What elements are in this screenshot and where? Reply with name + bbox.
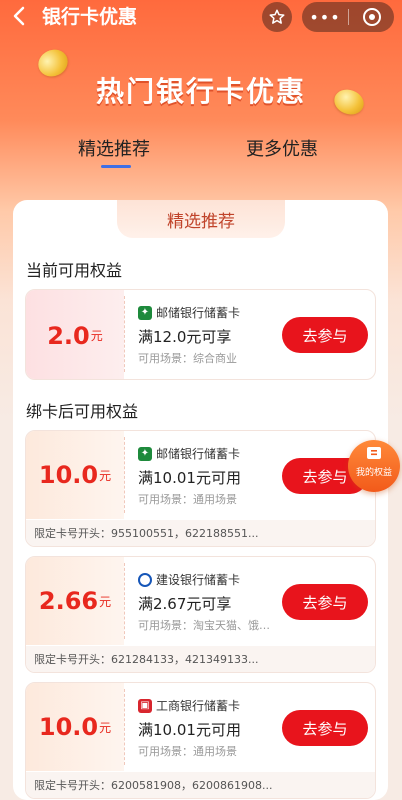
offer-amount: 2.66: [38, 587, 99, 615]
offer-unit: 元: [99, 468, 112, 483]
offer-condition: 满10.01元可用: [138, 469, 241, 487]
offer-amount-box: 10.0 元: [26, 683, 124, 771]
offer-amount: 2.0: [47, 321, 90, 350]
bank-name: 工商银行储蓄卡: [156, 699, 241, 713]
chevron-left-icon[interactable]: [10, 3, 34, 29]
panel-chip: 精选推荐: [117, 200, 285, 238]
section-title-after-bind: 绑卡后可用权益: [26, 402, 139, 421]
offer-scene: 可用场景：通用场景: [138, 745, 237, 758]
mini-program-capsule: •••: [302, 2, 394, 32]
dashed-divider: [124, 563, 125, 639]
page-title: 银行卡优惠: [42, 6, 138, 28]
offer-scene: 可用场景：通用场景: [138, 493, 237, 506]
offer-card: 2.66 元 建设银行储蓄卡 满2.67元可享 可用场景：淘宝天猫、饿… 去参与 …: [25, 556, 376, 673]
banner-title: 热门银行卡优惠: [95, 75, 306, 108]
ticket-icon: [348, 446, 400, 464]
dashed-divider: [124, 437, 125, 513]
psbc-logo-icon: ✦: [138, 305, 152, 320]
offer-unit: 元: [90, 329, 103, 343]
card-prefix-limit: 限定卡号开头：621284133，421349133...: [26, 646, 375, 672]
card-prefix-limit: 限定卡号开头：6200581908，6200861908...: [26, 772, 375, 798]
offer-card: 2.0 元 ✦ 邮储银行储蓄卡 满12.0元可享 可用场景：综合商业 去参与: [25, 289, 376, 380]
participate-button[interactable]: 去参与: [282, 710, 368, 746]
ccb-logo-icon: [138, 572, 152, 587]
card-prefix-limit: 限定卡号开头：955100551，622188551...: [26, 520, 375, 546]
bank-info: 建设银行储蓄卡: [138, 571, 240, 588]
offer-card: 10.0 元 ▣ 工商银行储蓄卡 满10.01元可用 可用场景：通用场景 去参与 …: [25, 682, 376, 799]
tab-featured[interactable]: 精选推荐: [78, 135, 150, 161]
icbc-logo-icon: ▣: [138, 698, 152, 713]
bank-name: 建设银行储蓄卡: [156, 573, 241, 587]
dashed-divider: [124, 689, 125, 765]
participate-button[interactable]: 去参与: [282, 317, 368, 353]
offer-amount: 10.0: [38, 713, 99, 741]
tab-bar: 精选推荐 更多优惠: [0, 135, 402, 171]
star-icon[interactable]: [262, 2, 292, 32]
top-bar: 银行卡优惠 •••: [0, 0, 402, 34]
offer-unit: 元: [99, 594, 112, 609]
offer-amount-box: 10.0 元: [26, 431, 124, 519]
offer-condition: 满10.01元可用: [138, 721, 241, 739]
dashed-divider: [124, 296, 125, 372]
offer-card: 10.0 元 ✦ 邮储银行储蓄卡 满10.01元可用 可用场景：通用场景 去参与 …: [25, 430, 376, 547]
more-dots-icon[interactable]: •••: [302, 8, 348, 27]
participate-button[interactable]: 去参与: [282, 584, 368, 620]
target-icon[interactable]: [349, 7, 394, 27]
my-benefits-label: 我的权益: [355, 468, 392, 478]
bank-name: 邮储银行储蓄卡: [156, 447, 241, 461]
offer-amount-box: 2.0 元: [26, 290, 124, 379]
bank-info: ▣ 工商银行储蓄卡: [138, 697, 240, 714]
bank-info: ✦ 邮储银行储蓄卡: [138, 304, 240, 321]
offer-scene: 可用场景：淘宝天猫、饿…: [138, 619, 270, 632]
offer-condition: 满12.0元可享: [138, 328, 232, 346]
offer-condition: 满2.67元可享: [138, 595, 232, 613]
offer-unit: 元: [99, 720, 112, 735]
my-benefits-button[interactable]: 我的权益: [348, 440, 400, 492]
tab-more-offers[interactable]: 更多优惠: [246, 135, 318, 161]
psbc-logo-icon: ✦: [138, 446, 152, 461]
bank-name: 邮储银行储蓄卡: [156, 306, 241, 320]
offer-scene: 可用场景：综合商业: [138, 352, 237, 365]
bank-info: ✦ 邮储银行储蓄卡: [138, 445, 240, 462]
tab-active-indicator: [101, 165, 131, 168]
offer-amount: 10.0: [38, 461, 99, 489]
offer-amount-box: 2.66 元: [26, 557, 124, 645]
section-title-current: 当前可用权益: [26, 261, 123, 280]
